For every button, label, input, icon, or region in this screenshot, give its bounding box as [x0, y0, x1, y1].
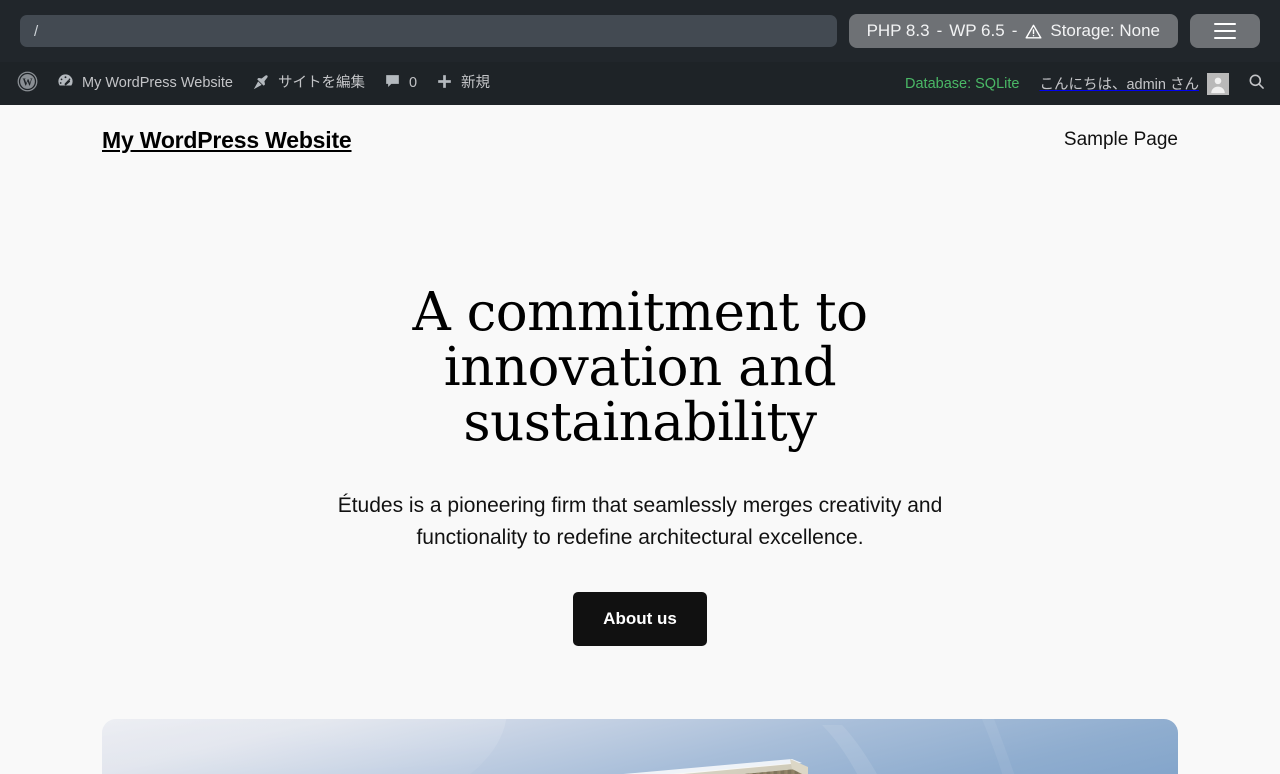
- storage-status-label: Storage: None: [1050, 21, 1160, 40]
- hero-architecture-image: [102, 719, 1178, 774]
- svg-text:W: W: [22, 77, 32, 88]
- wordpress-logo-icon: W: [17, 71, 38, 96]
- site-title-link[interactable]: My WordPress Website: [102, 127, 352, 154]
- user-avatar-icon: [1207, 72, 1229, 95]
- badge-separator-1: -: [936, 21, 943, 40]
- hero-title: A commitment to innovation and sustainab…: [412, 282, 868, 454]
- search-icon: [1247, 72, 1266, 95]
- wordpress-admin-bar: W My WordPress Website サイトを編集 0 新規 Datab…: [0, 62, 1280, 105]
- comment-bubble-icon: [383, 72, 402, 95]
- adminbar-howdy-account[interactable]: こんにちは、admin さん: [1029, 72, 1239, 95]
- adminbar-item-new-content[interactable]: 新規: [426, 62, 499, 105]
- primary-navigation: Sample Page: [1064, 129, 1178, 151]
- adminbar-edit-site-label: サイトを編集: [277, 75, 365, 92]
- address-bar-input[interactable]: [20, 15, 837, 47]
- environment-status-badge[interactable]: PHP 8.3 - WP 6.5 - Storage: None: [848, 14, 1178, 48]
- adminbar-item-site-name[interactable]: My WordPress Website: [47, 62, 242, 105]
- site-header: My WordPress Website Sample Page: [0, 105, 1280, 175]
- adminbar-comment-count: 0: [408, 75, 418, 92]
- database-indicator: Database: SQLite: [905, 75, 1020, 92]
- nav-item-sample-page[interactable]: Sample Page: [1064, 129, 1178, 150]
- hero-subtitle: Études is a pioneering firm that seamles…: [337, 494, 943, 550]
- adminbar-new-content-label: 新規: [461, 75, 491, 92]
- hero-section: A commitment to innovation and sustainab…: [0, 175, 1280, 647]
- badge-separator-2: -: [1011, 21, 1018, 40]
- about-us-button[interactable]: About us: [573, 592, 707, 647]
- adminbar-wordpress-logo[interactable]: W: [8, 62, 47, 105]
- wp-version-label: WP 6.5: [949, 21, 1005, 40]
- adminbar-item-edit-site[interactable]: サイトを編集: [242, 62, 374, 105]
- pin-customize-icon: [251, 72, 271, 96]
- hamburger-menu-button[interactable]: [1190, 14, 1260, 48]
- adminbar-item-comments[interactable]: 0: [374, 62, 426, 105]
- adminbar-search-button[interactable]: [1239, 72, 1280, 95]
- hero-image-container: [102, 719, 1178, 774]
- hamburger-menu-icon: [1214, 23, 1236, 39]
- plus-icon: [435, 72, 454, 95]
- browser-chrome-bar: PHP 8.3 - WP 6.5 - Storage: None: [0, 0, 1280, 62]
- dashboard-gauge-icon: [56, 72, 75, 95]
- warning-triangle-icon: [1024, 22, 1043, 41]
- howdy-label: こんにちは、admin さん: [1039, 77, 1199, 93]
- adminbar-site-name-label: My WordPress Website: [82, 75, 233, 92]
- php-version-label: PHP 8.3: [866, 21, 930, 40]
